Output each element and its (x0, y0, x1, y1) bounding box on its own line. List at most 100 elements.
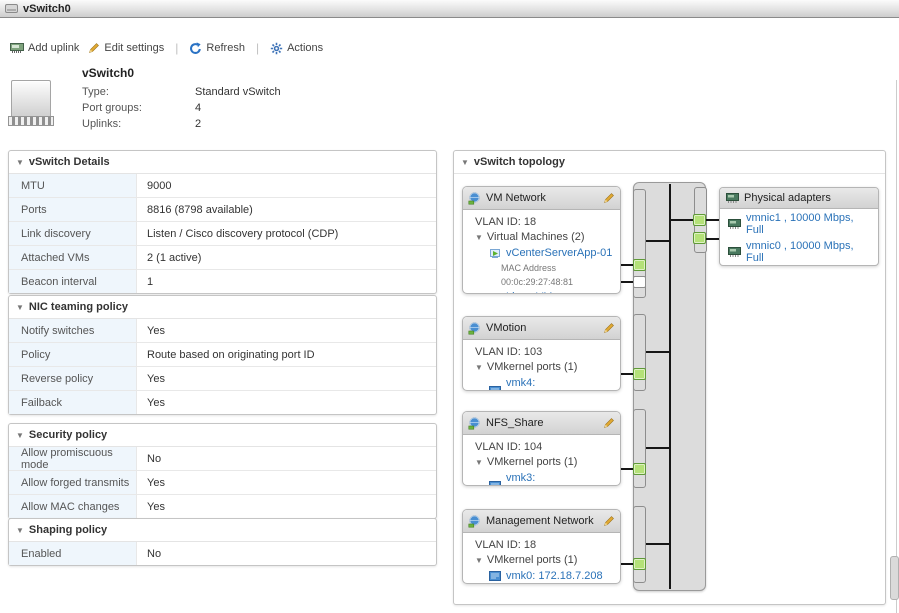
vmkernel-port-icon (489, 571, 501, 581)
add-uplink-button[interactable]: Add uplink (10, 42, 79, 54)
add-uplink-label: Add uplink (28, 42, 79, 54)
panel-header-security[interactable]: ▼ Security policy (9, 424, 436, 447)
portgroup-card-vmotion: VMotion VLAN ID: 103 ▼ VMkernel ports (1)… (462, 316, 621, 391)
collapse-arrow-icon: ▼ (475, 233, 483, 242)
connector-line (671, 219, 694, 221)
nic-icon (726, 193, 739, 203)
portgroup-card-vm-network: VM Network VLAN ID: 18 ▼Virtual Machines… (462, 186, 621, 294)
window-titlebar: vSwitch0 (0, 0, 899, 18)
panel-header-topology[interactable]: ▼ vSwitch topology (454, 151, 885, 174)
vlan-label: VLAN ID: 103 (475, 345, 616, 360)
vmkernel-port-icon (489, 481, 501, 486)
physical-adapters-panel: Physical adapters vmnic1 , 10000 Mbps, F… (719, 187, 879, 266)
nic-icon (728, 219, 741, 229)
port-active (633, 368, 646, 380)
vmk-link[interactable]: vmk3: 192.168.104.208 (506, 470, 616, 486)
add-uplink-icon (10, 42, 24, 54)
summary-uplinks-value: 2 (195, 118, 201, 130)
port-active (633, 463, 646, 475)
portgroup-strip (633, 409, 646, 488)
edit-pencil-icon[interactable] (603, 322, 615, 334)
vmk-tree-toggle[interactable]: ▼VMkernel ports (1) (475, 455, 616, 470)
vmnic-link[interactable]: vmnic1 , 10000 Mbps, Full (746, 212, 872, 236)
table-row: Beacon interval1 (9, 270, 436, 293)
portgroup-card-nfs-share: NFS_Share VLAN ID: 104 ▼VMkernel ports (… (462, 411, 621, 486)
vm-link[interactable]: vCenterServerApp-01 (506, 245, 612, 261)
panel-header-vswitch-details[interactable]: ▼ vSwitch Details (9, 151, 436, 174)
summary-portgroups-value: 4 (195, 102, 201, 114)
vmk-tree-label: VMkernel ports (1) (487, 456, 577, 468)
connector-line (706, 238, 720, 240)
panel-vswitch-details: ▼ vSwitch Details MTU9000 Ports8816 (879… (8, 150, 437, 294)
vm-powered-on-icon (489, 247, 501, 259)
panel-title: vSwitch topology (474, 156, 565, 168)
scrollbar-thumb[interactable] (890, 556, 899, 600)
gear-icon (270, 42, 283, 55)
physical-adapters-title: Physical adapters (744, 192, 831, 204)
summary-uplinks-label: Uplinks: (82, 118, 192, 130)
portgroup-icon (468, 192, 481, 205)
connector-line (706, 219, 720, 221)
edit-settings-button[interactable]: Edit settings (88, 42, 164, 54)
panel-title: Security policy (29, 429, 107, 441)
vmk-tree-toggle[interactable]: ▼ VMkernel ports (1) (475, 553, 616, 568)
vswitch-icon (5, 4, 18, 13)
nic-icon (728, 247, 741, 257)
panel-title: Shaping policy (29, 524, 107, 536)
edit-pencil-icon[interactable] (603, 417, 615, 429)
port-active (633, 259, 646, 271)
portgroup-strip (633, 506, 646, 583)
vmk-tree-toggle[interactable]: ▼ VMkernel ports (1) (475, 360, 616, 375)
vm-powered-off-icon (489, 291, 501, 294)
vmnic-link[interactable]: vmnic0 , 10000 Mbps, Full (746, 240, 872, 264)
summary-type-label: Type: (82, 86, 192, 98)
vmk-tree-label: VMkernel ports (1) (487, 554, 577, 566)
panel-header-shaping[interactable]: ▼ Shaping policy (9, 519, 436, 542)
table-row: Reverse policyYes (9, 367, 436, 391)
panel-header-nic-teaming[interactable]: ▼ NIC teaming policy (9, 296, 436, 319)
uplink-port (693, 232, 706, 244)
table-row: Link discoveryListen / Cisco discovery p… (9, 222, 436, 246)
vswitch-page: vSwitch0 Add uplink Edit settings | Refr… (0, 0, 899, 613)
table-row: Allow forged transmitsYes (9, 471, 436, 495)
vswitch-image (8, 76, 54, 130)
collapse-arrow-icon: ▼ (16, 526, 24, 535)
table-row: PolicyRoute based on originating port ID (9, 343, 436, 367)
vmkernel-port-icon (489, 386, 501, 391)
panel-security: ▼ Security policy Allow promiscuous mode… (8, 423, 437, 519)
collapse-arrow-icon: ▼ (475, 363, 483, 372)
collapse-arrow-icon: ▼ (16, 158, 24, 167)
collapse-arrow-icon: ▼ (475, 556, 483, 565)
summary-title: vSwitch0 (82, 66, 134, 80)
edit-pencil-icon[interactable] (603, 515, 615, 527)
portgroup-icon (468, 417, 481, 430)
vlan-label: VLAN ID: 104 (475, 440, 616, 455)
vlan-label: VLAN ID: 18 (475, 538, 616, 553)
vmk-link[interactable]: vmk0: 172.18.7.208 (506, 568, 603, 584)
table-row: EnabledNo (9, 542, 436, 565)
pencil-icon (88, 42, 100, 54)
edit-pencil-icon[interactable] (603, 192, 615, 204)
vmk-link[interactable]: vmk4: 192.168.103.208 (506, 375, 616, 391)
connector-line (646, 543, 670, 545)
vm-link[interactable]: Linux-VM (506, 289, 552, 294)
panel-title: NIC teaming policy (29, 301, 128, 313)
portgroup-name: VMotion (486, 322, 598, 334)
panel-vswitch-topology: ▼ vSwitch topology (453, 150, 886, 605)
vmk-tree-label: VMkernel ports (1) (487, 361, 577, 373)
refresh-button[interactable]: Refresh (189, 42, 245, 55)
toolbar-separator: | (175, 41, 178, 55)
portgroup-name: NFS_Share (486, 417, 598, 429)
portgroup-icon (468, 515, 481, 528)
portgroup-header: VMotion (463, 317, 620, 340)
table-row: Allow promiscuous modeNo (9, 447, 436, 471)
actions-button[interactable]: Actions (270, 42, 323, 55)
vswitch-bus-line (669, 184, 671, 589)
summary-portgroups-label: Port groups: (82, 102, 192, 114)
physical-adapters-header: Physical adapters (720, 188, 878, 209)
port-active (633, 558, 646, 570)
vm-tree-toggle[interactable]: ▼Virtual Machines (2) (475, 230, 616, 245)
window-title: vSwitch0 (23, 3, 71, 15)
table-row: MTU9000 (9, 174, 436, 198)
portgroup-header: NFS_Share (463, 412, 620, 435)
